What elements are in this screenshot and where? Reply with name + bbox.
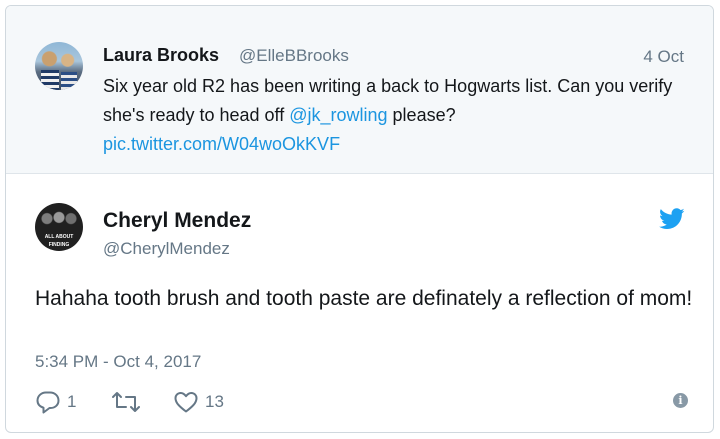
like-icon bbox=[174, 392, 198, 413]
parent-text-part2: please? bbox=[387, 105, 456, 125]
embedded-tweet-card: Laura Brooks @ElleBBrooks 4 Oct Six year… bbox=[5, 5, 714, 433]
main-author-name[interactable]: Cheryl Mendez bbox=[103, 209, 251, 233]
main-author-handle[interactable]: @CherylMendez bbox=[103, 239, 230, 259]
retweet-icon bbox=[112, 392, 140, 412]
parent-date[interactable]: 4 Oct bbox=[643, 47, 684, 67]
twitter-bird-icon[interactable] bbox=[659, 208, 685, 230]
like-button[interactable]: 13 bbox=[173, 390, 224, 414]
avatar-logo-text: ALL ABOUT FINDING bbox=[44, 234, 74, 248]
parent-author-name[interactable]: Laura Brooks bbox=[103, 45, 219, 66]
pic-link[interactable]: pic.twitter.com/W04woOkKVF bbox=[103, 134, 340, 154]
parent-tweet-text: Six year old R2 has been writing a back … bbox=[103, 72, 693, 159]
mention-link[interactable]: @jk_rowling bbox=[289, 105, 387, 125]
retweet-button[interactable] bbox=[111, 390, 147, 414]
parent-tweet[interactable]: Laura Brooks @ElleBBrooks 4 Oct Six year… bbox=[6, 6, 713, 174]
main-tweet-text: Hahaha tooth brush and tooth paste are d… bbox=[35, 287, 693, 310]
parent-author-handle[interactable]: @ElleBBrooks bbox=[239, 46, 349, 66]
info-icon[interactable]: i bbox=[673, 393, 688, 408]
main-avatar[interactable]: ALL ABOUT FINDING bbox=[35, 203, 83, 251]
like-count: 13 bbox=[205, 392, 224, 411]
reply-icon bbox=[36, 391, 60, 414]
reply-count: 1 bbox=[67, 392, 77, 411]
tweet-timestamp[interactable]: 5:34 PM - Oct 4, 2017 bbox=[35, 352, 201, 372]
reply-button[interactable]: 1 bbox=[35, 390, 76, 414]
parent-avatar[interactable] bbox=[35, 42, 83, 90]
tweet-actions: 1 13 i bbox=[35, 390, 695, 414]
